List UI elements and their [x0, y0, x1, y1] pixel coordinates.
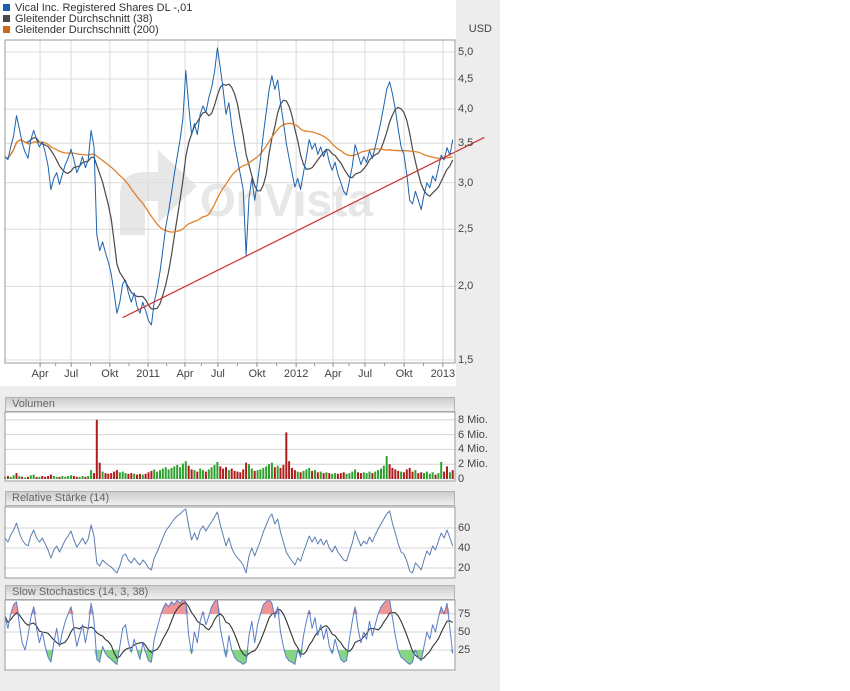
month-axis-label: Jul [357, 368, 373, 380]
price-axis-label: 4,0 [458, 103, 474, 116]
stochastic-axis-label: 25 [458, 644, 471, 656]
svg-text:OnVista: OnVista [200, 174, 373, 226]
price-axis-label: 3,0 [458, 176, 474, 189]
x-axis-ticks [39, 363, 444, 367]
price-axis-label: 1,5 [458, 353, 474, 366]
volume-axis-label: 4 Mio. [458, 443, 488, 456]
month-axis-label: Apr [31, 368, 49, 380]
stochastic-axis-label: 50 [458, 626, 471, 638]
price-axis-label: 5,0 [458, 46, 474, 58]
month-axis-label: Okt [248, 368, 266, 380]
month-axis-label: 2011 [136, 368, 160, 380]
month-axis-label: Okt [395, 368, 413, 380]
rsi-axis-label: 40 [458, 542, 471, 554]
chart-canvas: OnVista [4, 39, 485, 671]
stochastic-axis-label: 75 [458, 608, 471, 620]
volume-axis-label: 6 Mio. [458, 428, 488, 441]
price-axis-label: 3,5 [458, 137, 474, 150]
month-axis-label: 2012 [283, 368, 309, 380]
price-axis-label: 2,5 [458, 223, 474, 236]
chart-widget: Vical Inc. Registered Shares DL -,01 Glei… [0, 0, 500, 691]
month-axis-label: Okt [101, 368, 119, 380]
month-axis-label: Apr [324, 368, 342, 380]
month-axis-label: Jul [64, 368, 79, 380]
price-axis-label: 4,5 [458, 72, 474, 85]
volume-axis-label: 0 [458, 473, 465, 485]
month-axis-label: Jul [210, 368, 225, 380]
rsi-axis-label: 60 [458, 522, 471, 534]
rsi-axis-label: 20 [458, 562, 471, 574]
month-axis-label: 2013 [430, 368, 456, 380]
month-axis-label: Apr [176, 368, 194, 380]
volume-axis-label: 2 Mio. [458, 458, 488, 471]
price-axis-label: 2,0 [458, 280, 474, 293]
page: Vical Inc. Registered Shares DL -,01 Glei… [0, 0, 850, 691]
volume-axis-label: 8 Mio. [458, 413, 488, 426]
